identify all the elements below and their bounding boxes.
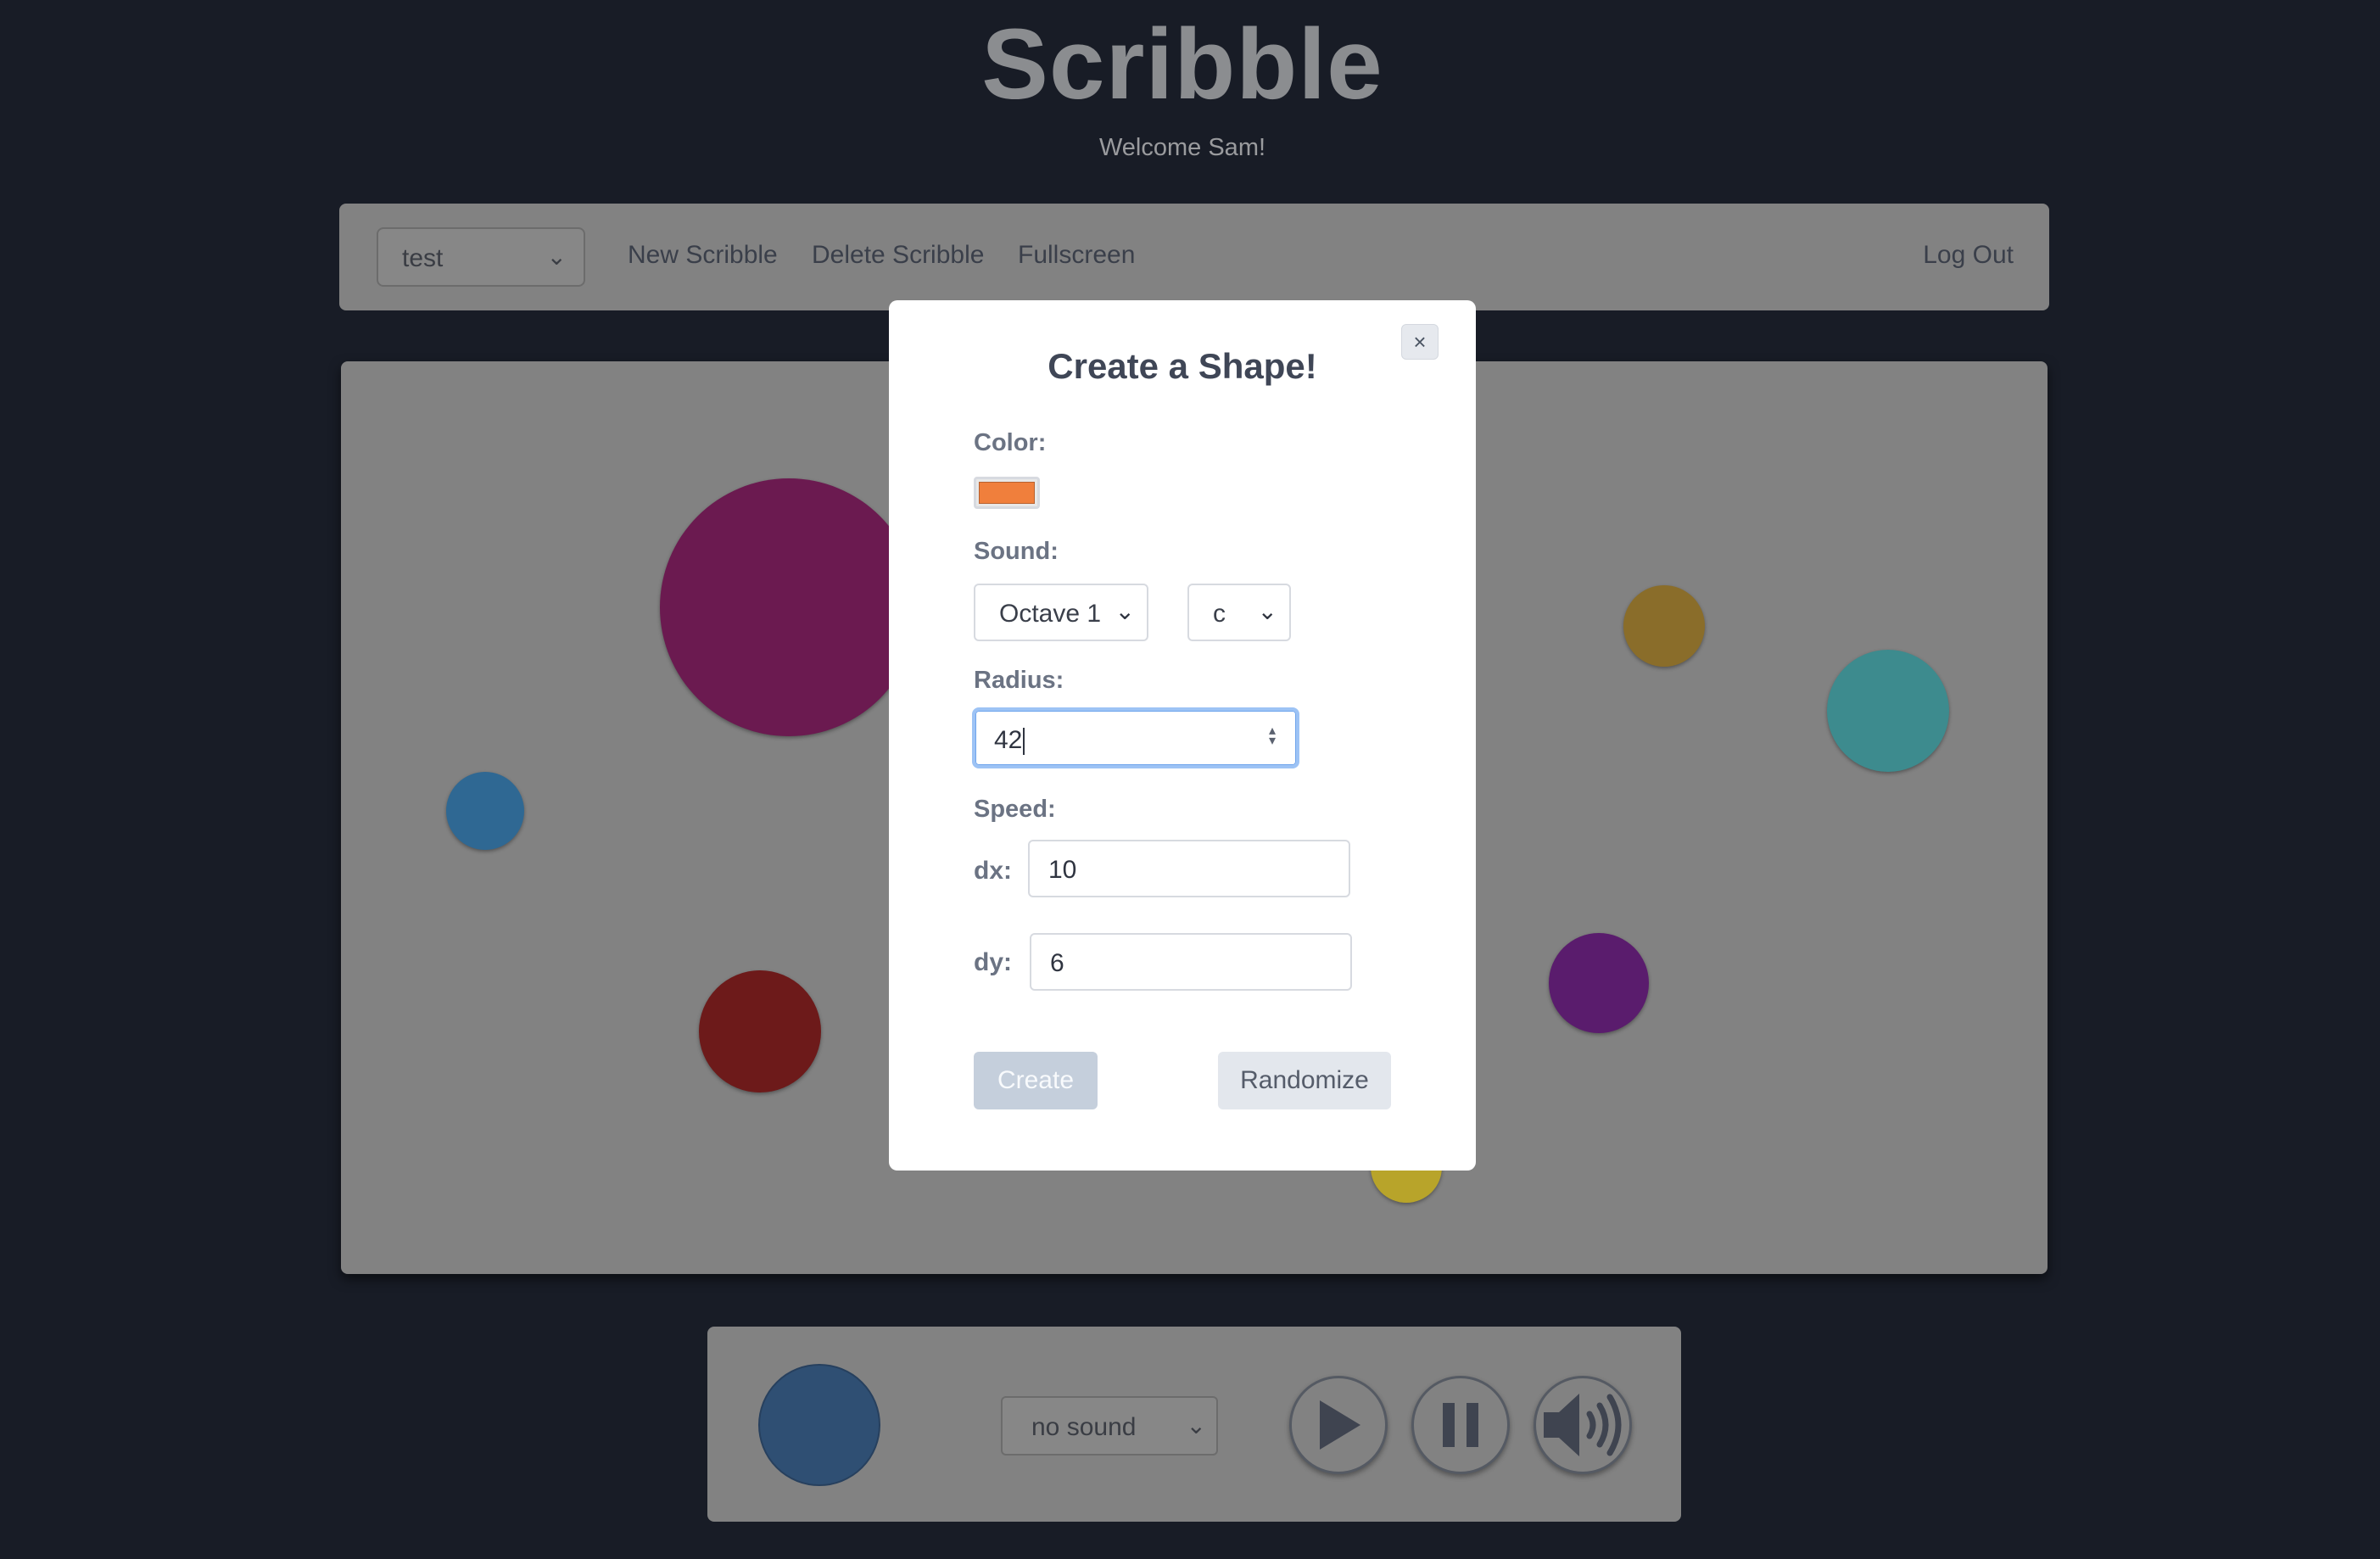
radius-input[interactable]: 42 ▴ ▾	[972, 707, 1299, 768]
play-button[interactable]	[1289, 1376, 1388, 1474]
modal-title: Create a Shape!	[1048, 346, 1317, 386]
scribble-select-value: test	[402, 244, 444, 272]
create-button[interactable]: Create	[974, 1052, 1098, 1109]
octave-select[interactable]: Octave 1 ⌄	[974, 584, 1148, 641]
dy-input[interactable]: 6	[1030, 933, 1352, 991]
logout-link[interactable]: Log Out	[1923, 241, 2014, 270]
chevron-down-icon: ⌄	[546, 243, 567, 270]
chevron-down-icon: ⌄	[1115, 598, 1135, 624]
navbar: test ⌄ New Scribble Delete Scribble Full…	[339, 204, 2049, 310]
scribble-select[interactable]: test ⌄	[377, 227, 585, 287]
note-select-value: c	[1213, 600, 1226, 628]
shape-preview	[758, 1364, 880, 1486]
pause-icon	[1443, 1403, 1478, 1447]
volume-icon	[1544, 1394, 1622, 1456]
text-caret	[1023, 728, 1025, 756]
chevron-down-icon: ⌄	[1257, 598, 1277, 624]
octave-select-value: Octave 1	[999, 600, 1102, 628]
color-picker[interactable]	[974, 477, 1040, 509]
shape-circle	[699, 970, 821, 1092]
shape-circle	[1623, 585, 1705, 667]
color-label: Color:	[974, 429, 1047, 456]
app-title: Scribble	[981, 8, 1383, 120]
fullscreen-link[interactable]: Fullscreen	[1018, 241, 1135, 270]
shape-circle	[1827, 650, 1949, 772]
volume-button[interactable]	[1534, 1376, 1632, 1474]
dx-label: dx:	[974, 857, 1012, 885]
welcome-message: Welcome Sam!	[1098, 134, 1266, 161]
sound-select-value: no sound	[1031, 1413, 1137, 1441]
dx-value: 10	[1048, 856, 1077, 884]
dy-value: 6	[1050, 949, 1064, 977]
delete-scribble-link[interactable]: Delete Scribble	[812, 241, 984, 270]
dx-input[interactable]: 10	[1028, 840, 1350, 897]
chevron-down-icon: ⌄	[1186, 1412, 1206, 1439]
sound-select[interactable]: no sound ⌄	[1001, 1396, 1218, 1456]
sound-label: Sound:	[974, 538, 1059, 565]
note-select[interactable]: c ⌄	[1187, 584, 1291, 641]
shape-circle	[660, 478, 918, 736]
shape-circle	[1549, 933, 1649, 1033]
spinner-icon[interactable]: ▴ ▾	[1269, 724, 1276, 748]
play-icon	[1320, 1400, 1360, 1450]
radius-label: Radius:	[974, 667, 1064, 694]
speed-label: Speed:	[974, 796, 1056, 823]
randomize-button[interactable]: Randomize	[1218, 1052, 1391, 1109]
pause-button[interactable]	[1411, 1376, 1510, 1474]
new-scribble-link[interactable]: New Scribble	[628, 241, 778, 270]
dy-label: dy:	[974, 948, 1012, 976]
color-swatch-fill	[979, 482, 1035, 504]
create-shape-modal: × Create a Shape! Color: Sound: Octave 1…	[889, 300, 1476, 1171]
player-bar: no sound ⌄	[707, 1327, 1681, 1522]
shape-circle	[446, 772, 524, 850]
radius-value: 42	[994, 726, 1023, 754]
